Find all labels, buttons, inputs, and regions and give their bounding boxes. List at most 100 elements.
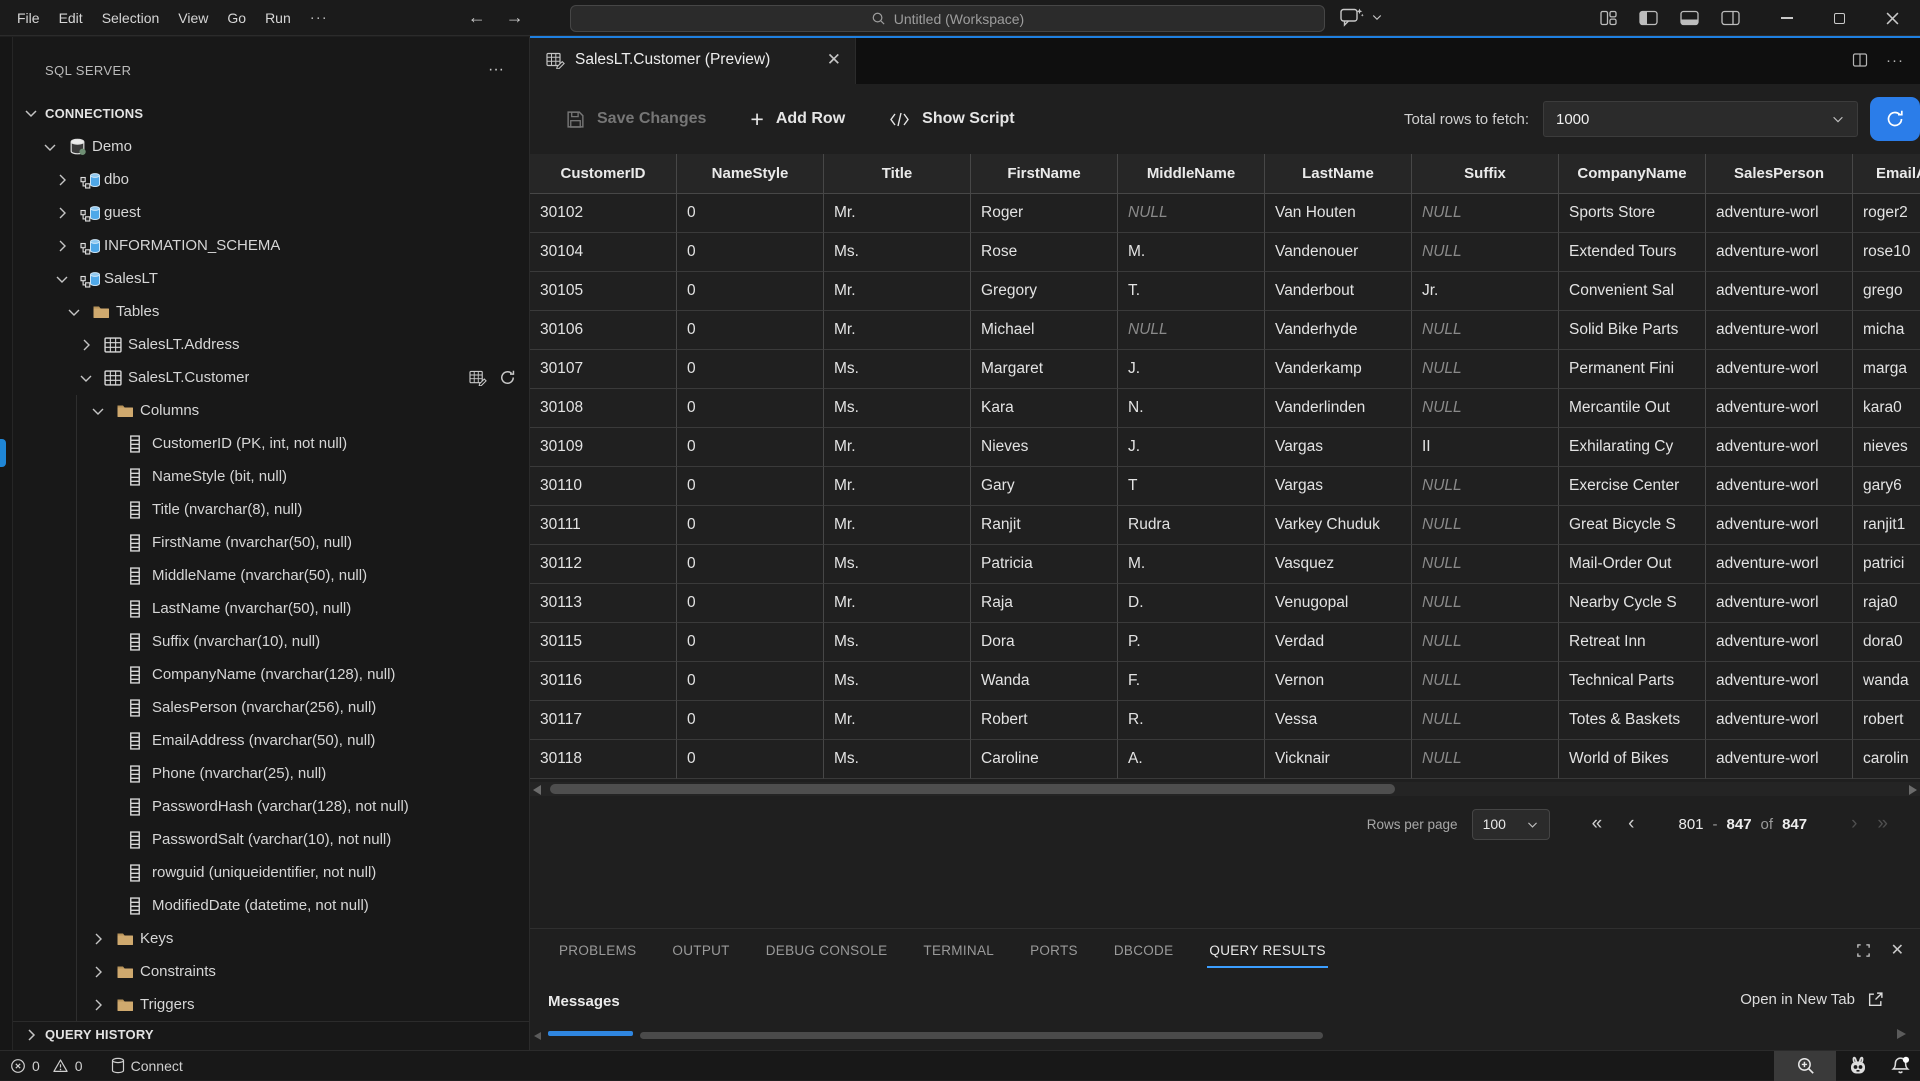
chevron-down-icon[interactable] xyxy=(42,139,68,155)
grid-cell[interactable]: J. xyxy=(1118,428,1265,467)
tree-item-triggers[interactable]: Triggers xyxy=(0,988,530,1021)
grid-cell[interactable]: Roger xyxy=(971,194,1118,233)
tree-item-middlename[interactable]: MiddleName (nvarchar(50), null) xyxy=(0,559,530,592)
grid-cell[interactable]: Exhilarating Cy xyxy=(1559,428,1706,467)
grid-cell[interactable]: NULL xyxy=(1412,545,1559,584)
toggle-secondary-sidebar-icon[interactable] xyxy=(1721,10,1740,26)
grid-cell[interactable]: micha xyxy=(1853,311,1920,350)
copilot-dropdown-chevron-icon[interactable] xyxy=(1371,11,1383,23)
grid-cell[interactable]: NULL xyxy=(1412,350,1559,389)
tree-item-customerid[interactable]: CustomerID (PK, int, not null) xyxy=(0,427,530,460)
column-header-namestyle[interactable]: NameStyle xyxy=(677,154,824,194)
problems-status-item[interactable]: 0 0 xyxy=(10,1058,83,1074)
grid-cell[interactable]: Ms. xyxy=(824,389,971,428)
grid-cell[interactable]: NULL xyxy=(1412,311,1559,350)
messages-scrollbar-thumb[interactable] xyxy=(640,1032,1323,1039)
grid-cell[interactable]: 0 xyxy=(677,623,824,662)
grid-cell[interactable]: adventure-worl xyxy=(1706,623,1853,662)
grid-cell[interactable]: adventure-worl xyxy=(1706,233,1853,272)
rabbit-extension-icon[interactable] xyxy=(1836,1051,1880,1081)
grid-cell[interactable]: R. xyxy=(1118,701,1265,740)
grid-cell[interactable]: Nearby Cycle S xyxy=(1559,584,1706,623)
chevron-down-icon[interactable] xyxy=(66,304,92,320)
grid-cell[interactable]: 30105 xyxy=(530,272,677,311)
grid-cell[interactable]: NULL xyxy=(1118,311,1265,350)
rows-per-page-select[interactable]: 100 xyxy=(1472,809,1550,840)
menu-file[interactable]: File xyxy=(17,10,40,26)
grid-cell[interactable]: J. xyxy=(1118,350,1265,389)
chevron-right-icon[interactable] xyxy=(90,997,116,1013)
grid-cell[interactable]: Mail-Order Out xyxy=(1559,545,1706,584)
tree-item-phone[interactable]: Phone (nvarchar(25), null) xyxy=(0,757,530,790)
tree-item-title[interactable]: Title (nvarchar(8), null) xyxy=(0,493,530,526)
menu-selection[interactable]: Selection xyxy=(102,10,160,26)
grid-cell[interactable]: 0 xyxy=(677,272,824,311)
window-maximize-button[interactable] xyxy=(1813,0,1866,36)
refresh-icon[interactable] xyxy=(499,369,516,386)
grid-cell[interactable]: Mr. xyxy=(824,584,971,623)
grid-cell[interactable]: roger2 xyxy=(1853,194,1920,233)
grid-cell[interactable]: Raja xyxy=(971,584,1118,623)
column-header-companyname[interactable]: CompanyName xyxy=(1559,154,1706,194)
grid-cell[interactable]: Vanderhyde xyxy=(1265,311,1412,350)
grid-cell[interactable]: Mr. xyxy=(824,194,971,233)
grid-cell[interactable]: World of Bikes xyxy=(1559,740,1706,779)
grid-cell[interactable]: 0 xyxy=(677,428,824,467)
grid-cell[interactable]: Mr. xyxy=(824,467,971,506)
grid-cell[interactable]: Vernon xyxy=(1265,662,1412,701)
split-editor-icon[interactable] xyxy=(1852,52,1868,68)
tree-item-demo[interactable]: Demo xyxy=(0,130,530,163)
grid-cell[interactable]: NULL xyxy=(1412,506,1559,545)
grid-cell[interactable]: 30115 xyxy=(530,623,677,662)
query-history-section-header[interactable]: QUERY HISTORY xyxy=(13,1021,530,1047)
grid-cell[interactable]: 0 xyxy=(677,662,824,701)
column-header-middlename[interactable]: MiddleName xyxy=(1118,154,1265,194)
tree-item-lastname[interactable]: LastName (nvarchar(50), null) xyxy=(0,592,530,625)
grid-cell[interactable]: 30109 xyxy=(530,428,677,467)
grid-cell[interactable]: Vasquez xyxy=(1265,545,1412,584)
grid-cell[interactable]: Ms. xyxy=(824,662,971,701)
chevron-right-icon[interactable] xyxy=(78,337,104,353)
grid-cell[interactable]: grego xyxy=(1853,272,1920,311)
column-header-customerid[interactable]: CustomerID xyxy=(530,154,677,194)
grid-cell[interactable]: M. xyxy=(1118,545,1265,584)
tree-item-emailaddress[interactable]: EmailAddress (nvarchar(50), null) xyxy=(0,724,530,757)
grid-cell[interactable]: Permanent Fini xyxy=(1559,350,1706,389)
grid-cell[interactable]: 30112 xyxy=(530,545,677,584)
grid-cell[interactable]: Exercise Center xyxy=(1559,467,1706,506)
grid-cell[interactable]: Vicknair xyxy=(1265,740,1412,779)
column-header-firstname[interactable]: FirstName xyxy=(971,154,1118,194)
grid-cell[interactable]: robert xyxy=(1853,701,1920,740)
tree-item-modifieddate[interactable]: ModifiedDate (datetime, not null) xyxy=(0,889,530,922)
grid-cell[interactable]: Vanderkamp xyxy=(1265,350,1412,389)
tree-item-companyname[interactable]: CompanyName (nvarchar(128), null) xyxy=(0,658,530,691)
grid-cell[interactable]: 30102 xyxy=(530,194,677,233)
add-row-button[interactable]: + Add Row xyxy=(750,106,845,133)
grid-cell[interactable]: 30108 xyxy=(530,389,677,428)
grid-cell[interactable]: 0 xyxy=(677,311,824,350)
panel-tab-query-results[interactable]: QUERY RESULTS xyxy=(1209,929,1325,971)
grid-cell[interactable]: 0 xyxy=(677,701,824,740)
panel-tab-ports[interactable]: PORTS xyxy=(1030,929,1078,971)
grid-cell[interactable]: Great Bicycle S xyxy=(1559,506,1706,545)
last-page-button[interactable]: » xyxy=(1877,813,1888,835)
grid-cell[interactable]: Dora xyxy=(971,623,1118,662)
tree-item-saleslt.customer[interactable]: SalesLT.Customer xyxy=(0,361,530,394)
grid-cell[interactable]: NULL xyxy=(1412,584,1559,623)
customize-layout-icon[interactable] xyxy=(1600,10,1617,26)
grid-cell[interactable]: marga xyxy=(1853,350,1920,389)
grid-cell[interactable]: patrici xyxy=(1853,545,1920,584)
menu-more-button[interactable]: ··· xyxy=(310,9,328,26)
grid-cell[interactable]: nieves xyxy=(1853,428,1920,467)
grid-cell[interactable]: NULL xyxy=(1412,623,1559,662)
grid-cell[interactable]: 0 xyxy=(677,194,824,233)
panel-tab-terminal[interactable]: TERMINAL xyxy=(923,929,994,971)
open-in-new-tab-button[interactable]: Open in New Tab xyxy=(1740,991,1884,1008)
scroll-left-icon[interactable] xyxy=(533,785,541,795)
grid-cell[interactable]: Totes & Baskets xyxy=(1559,701,1706,740)
edit-data-icon[interactable] xyxy=(469,370,487,386)
chevron-down-icon[interactable] xyxy=(54,271,80,287)
grid-cell[interactable]: 30110 xyxy=(530,467,677,506)
tree-item-rowguid[interactable]: rowguid (uniqueidentifier, not null) xyxy=(0,856,530,889)
window-close-button[interactable] xyxy=(1866,0,1919,36)
